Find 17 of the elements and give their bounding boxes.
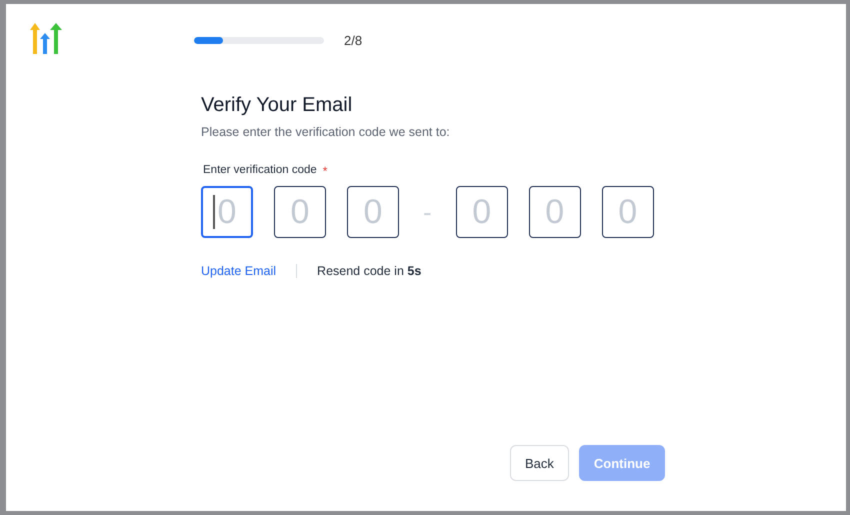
required-mark: * xyxy=(322,164,328,178)
code-digit-field[interactable]: 0 xyxy=(528,186,581,238)
page-title: Verify Your Email xyxy=(201,94,354,117)
text-cursor xyxy=(213,195,214,229)
code-digit-field[interactable]: 0 xyxy=(201,186,253,238)
update-email-link[interactable]: Update Email xyxy=(201,264,276,278)
field-label: Enter verification code xyxy=(203,164,317,178)
code-digit-field[interactable]: 0 xyxy=(274,186,326,238)
step-counter: 2/8 xyxy=(344,33,362,48)
separator: - xyxy=(423,196,432,228)
back-button[interactable]: Back xyxy=(510,445,569,481)
code-digit-field[interactable]: 0 xyxy=(347,186,399,238)
subtitle: Please enter the verification code we sent to: xyxy=(201,125,451,139)
code-digit-field[interactable]: 0 xyxy=(602,186,654,238)
resend-countdown: Resend code in 5s xyxy=(317,264,422,278)
logo-icon xyxy=(28,22,64,54)
code-digit-field[interactable]: 0 xyxy=(456,186,508,238)
